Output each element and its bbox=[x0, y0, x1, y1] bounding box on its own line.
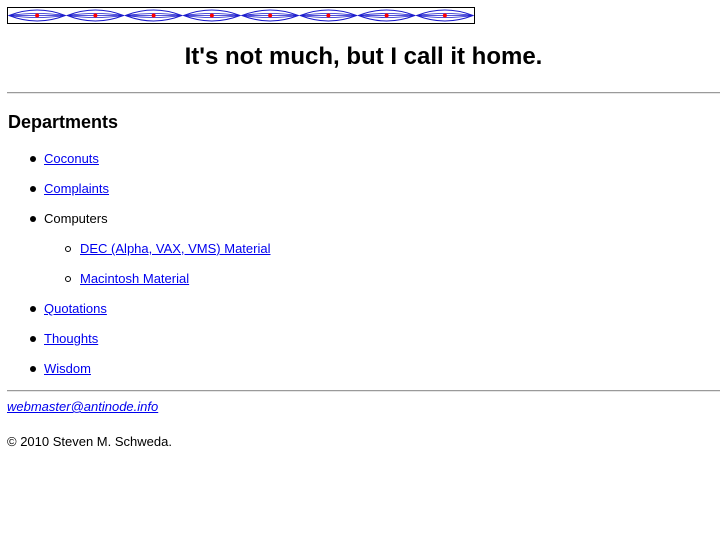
banner-lens-dot bbox=[93, 13, 98, 18]
bottom-divider bbox=[7, 390, 720, 392]
disc-bullet-icon bbox=[30, 186, 36, 192]
top-divider bbox=[7, 92, 720, 94]
macintosh-material-link[interactable]: Macintosh Material bbox=[80, 270, 189, 288]
webmaster-email-link[interactable]: webmaster@antinode.info bbox=[7, 399, 158, 415]
banner-lens-dot bbox=[442, 13, 447, 18]
complaints-link[interactable]: Complaints bbox=[44, 180, 109, 198]
banner-lens-dot bbox=[326, 13, 331, 18]
banner-lens-dot bbox=[35, 13, 40, 18]
disc-bullet-icon bbox=[30, 366, 36, 372]
wisdom-link[interactable]: Wisdom bbox=[44, 360, 91, 378]
coconuts-link[interactable]: Coconuts bbox=[44, 150, 99, 168]
page: It's not much, but I call it home. Depar… bbox=[0, 0, 727, 545]
copyright-text: © 2010 Steven M. Schweda. bbox=[7, 434, 172, 449]
banner-lens-dot bbox=[209, 13, 214, 18]
disc-bullet-icon bbox=[30, 336, 36, 342]
quotations-link[interactable]: Quotations bbox=[44, 300, 107, 318]
departments-heading: Departments bbox=[8, 112, 119, 132]
disc-bullet-icon bbox=[30, 156, 36, 162]
banner-lens-dot bbox=[384, 13, 389, 18]
disc-bullet-icon bbox=[30, 216, 36, 222]
dec-material-link[interactable]: DEC (Alpha, VAX, VMS) Material bbox=[80, 240, 270, 258]
banner-lens-dot bbox=[268, 13, 273, 18]
disc-bullet-icon bbox=[30, 306, 36, 312]
circle-bullet-icon bbox=[65, 246, 71, 252]
circle-bullet-icon bbox=[65, 276, 71, 282]
decorative-banner-icon bbox=[7, 7, 475, 24]
computers-label: Computers bbox=[44, 211, 108, 226]
banner-lens-dot bbox=[151, 13, 156, 18]
page-title: It's not much, but I call it home. bbox=[184, 43, 543, 70]
thoughts-link[interactable]: Thoughts bbox=[44, 330, 98, 348]
